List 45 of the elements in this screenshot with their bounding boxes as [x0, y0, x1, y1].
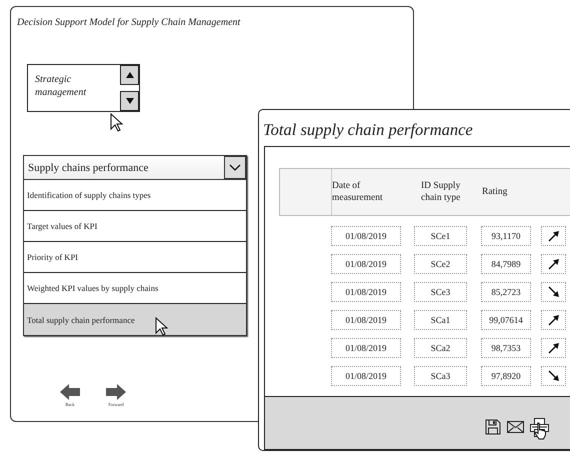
- id-cell: SCa3: [414, 366, 467, 386]
- rating-cell: 98,7353: [481, 338, 531, 358]
- id-cell: SCe2: [414, 254, 467, 274]
- rating-cell: 85,2723: [481, 282, 531, 302]
- cursor-icon: [110, 113, 124, 133]
- menu-item[interactable]: Priority of KPI: [24, 242, 246, 273]
- rating-cell: 99,07614: [481, 310, 531, 330]
- save-icon[interactable]: [485, 419, 501, 435]
- scroll-up-button[interactable]: [120, 65, 139, 85]
- menu-item[interactable]: Target values of KPI: [24, 211, 246, 242]
- up-arrow-icon: [124, 70, 134, 80]
- window-title: Total supply chain performance: [262, 119, 474, 141]
- rating-cell: 84,7989: [481, 254, 531, 274]
- id-cell: SCe3: [414, 282, 467, 302]
- date-cell: 01/08/2019: [331, 310, 401, 330]
- caret-icon: [229, 164, 241, 171]
- menu-item[interactable]: Total supply chain performance: [24, 304, 246, 335]
- hand-cursor-icon: [534, 422, 548, 440]
- dropdown-toggle[interactable]: [224, 156, 246, 179]
- dropdown-field[interactable]: Supply chains performance: [24, 156, 246, 180]
- column-header: ID Supply chain type: [421, 180, 462, 204]
- rating-cell: 97,8920: [481, 366, 531, 386]
- window-title: Decision Support Model for Supply Chain Management: [16, 17, 242, 28]
- cursor-icon: [155, 317, 169, 337]
- id-cell: SCa2: [414, 338, 467, 358]
- rating-cell: 93,1170: [481, 226, 531, 246]
- date-cell: 01/08/2019: [331, 338, 401, 358]
- id-cell: SCa1: [414, 310, 467, 330]
- column-header: Date of measurement: [332, 180, 384, 204]
- column-header: Rating: [482, 186, 508, 198]
- id-cell: SCe1: [414, 226, 467, 246]
- level-picker[interactable]: Strategic management: [27, 64, 140, 112]
- picker-value: Strategic management: [34, 73, 88, 100]
- date-cell: 01/08/2019: [331, 226, 401, 246]
- date-cell: 01/08/2019: [331, 254, 401, 274]
- scroll-down-button[interactable]: [120, 91, 139, 111]
- mail-icon[interactable]: [507, 420, 524, 434]
- dropdown-value: Supply chains performance: [27, 162, 148, 174]
- date-cell: 01/08/2019: [331, 366, 401, 386]
- menu-item[interactable]: Weighted KPI values by supply chains: [24, 273, 246, 304]
- date-cell: 01/08/2019: [331, 282, 401, 302]
- down-arrow-icon: [124, 96, 134, 106]
- right-arrow-icon: [106, 384, 126, 400]
- menu-item[interactable]: Identification of supply chains types: [24, 180, 246, 211]
- left-arrow-icon: [60, 384, 80, 400]
